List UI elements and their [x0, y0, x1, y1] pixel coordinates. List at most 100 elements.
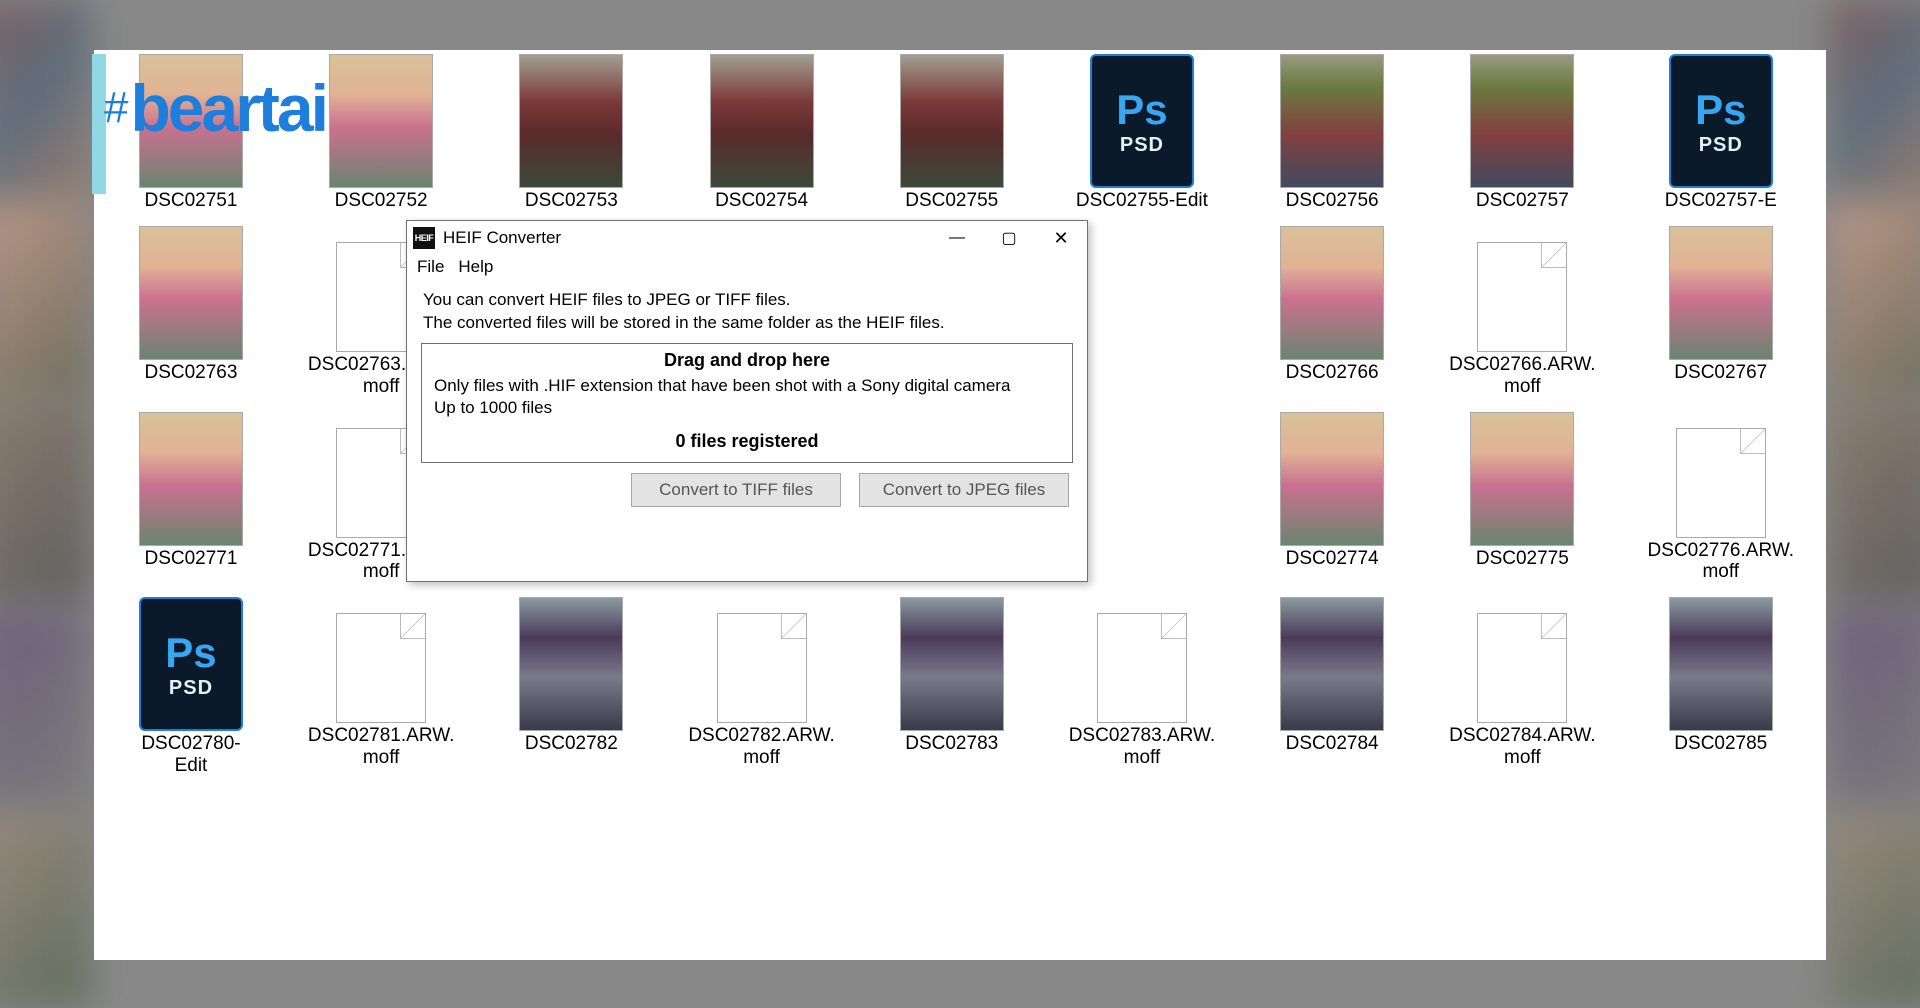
- photo-thumbnail-icon: [329, 54, 433, 188]
- blank-file-icon: [1477, 242, 1567, 352]
- file-name-label: DSC02775: [1476, 548, 1569, 570]
- photo-thumbnail-icon: [1280, 226, 1384, 360]
- file-name-label: DSC02752: [335, 190, 428, 212]
- psd-icon: PsPSD: [139, 597, 243, 731]
- file-thumbnail[interactable]: DSC02774: [1267, 412, 1397, 584]
- psd-icon: PsPSD: [1090, 54, 1194, 188]
- file-thumbnail[interactable]: DSC02771: [126, 412, 256, 584]
- file-name-label: DSC02783.ARW.moff: [1069, 725, 1215, 769]
- file-thumbnail[interactable]: DSC02776.ARW.moff: [1648, 412, 1794, 584]
- file-thumbnail[interactable]: DSC02782.ARW.moff: [688, 597, 834, 777]
- file-name-label: DSC02771: [144, 548, 237, 570]
- file-thumbnail[interactable]: PsPSDDSC02755-Edit: [1069, 54, 1215, 212]
- file-thumbnail[interactable]: DSC02781.ARW.moff: [308, 597, 454, 777]
- ps-glyph: Ps: [165, 629, 216, 677]
- photo-thumbnail-icon: [139, 226, 243, 360]
- photo-thumbnail-icon: [1280, 412, 1384, 546]
- file-thumbnail[interactable]: DSC02766: [1267, 226, 1397, 398]
- maximize-button[interactable]: ▢: [983, 223, 1035, 253]
- psd-label: PSD: [169, 677, 213, 700]
- blurred-backdrop-right: [1830, 0, 1920, 1008]
- dropzone-hint: Only files with .HIF extension that have…: [434, 375, 1060, 419]
- file-thumbnail[interactable]: DSC02784: [1267, 597, 1397, 777]
- file-name-label: DSC02753: [525, 190, 618, 212]
- dropzone-title: Drag and drop here: [434, 350, 1060, 371]
- drop-zone[interactable]: Drag and drop here Only files with .HIF …: [421, 343, 1073, 463]
- photo-thumbnail-icon: [1669, 226, 1773, 360]
- photo-thumbnail-icon: [1470, 54, 1574, 188]
- psd-icon: PsPSD: [1669, 54, 1773, 188]
- file-name-label: DSC02776.ARW.moff: [1648, 540, 1794, 584]
- file-name-label: DSC02783: [905, 733, 998, 755]
- file-thumbnail[interactable]: DSC02783.ARW.moff: [1069, 597, 1215, 777]
- blank-file-icon: [1676, 428, 1766, 538]
- photo-thumbnail-icon: [1280, 54, 1384, 188]
- beartai-watermark: # beartai: [104, 70, 326, 146]
- psd-label: PSD: [1699, 134, 1743, 157]
- file-thumbnail[interactable]: DSC02753: [506, 54, 636, 212]
- ps-glyph: Ps: [1695, 86, 1746, 134]
- file-name-label: DSC02766.ARW.moff: [1449, 354, 1595, 398]
- blank-file-icon: [1477, 613, 1567, 723]
- psd-label: PSD: [1120, 134, 1164, 157]
- file-name-label: DSC02767: [1674, 362, 1767, 384]
- photo-thumbnail-icon: [1280, 597, 1384, 731]
- file-thumbnail[interactable]: DSC02767: [1648, 226, 1794, 398]
- file-name-label: DSC02780-Edit: [126, 733, 256, 777]
- file-thumbnail[interactable]: DSC02757: [1449, 54, 1595, 212]
- watermark-hash: #: [104, 83, 128, 133]
- file-thumbnail[interactable]: PsPSDDSC02757-E: [1648, 54, 1794, 212]
- file-name-label: DSC02784: [1286, 733, 1379, 755]
- file-thumbnail[interactable]: DSC02785: [1648, 597, 1794, 777]
- photo-thumbnail-icon: [1669, 597, 1773, 731]
- convert-tiff-button[interactable]: Convert to TIFF files: [631, 473, 841, 507]
- watermark-text: beartai: [130, 70, 325, 146]
- photo-thumbnail-icon: [519, 54, 623, 188]
- file-name-label: DSC02755: [905, 190, 998, 212]
- file-name-label: DSC02774: [1286, 548, 1379, 570]
- photo-thumbnail-icon: [900, 597, 1004, 731]
- convert-jpeg-button[interactable]: Convert to JPEG files: [859, 473, 1069, 507]
- file-thumbnail[interactable]: DSC02756: [1267, 54, 1397, 212]
- menu-file[interactable]: File: [417, 257, 444, 277]
- file-thumbnail[interactable]: DSC02763: [126, 226, 256, 398]
- blank-file-icon: [717, 613, 807, 723]
- file-name-label: DSC02781.ARW.moff: [308, 725, 454, 769]
- minimize-button[interactable]: —: [931, 223, 983, 253]
- file-name-label: DSC02784.ARW.moff: [1449, 725, 1595, 769]
- heif-converter-window: HEIF HEIF Converter — ▢ ✕ File Help You …: [406, 220, 1088, 582]
- file-thumbnail[interactable]: DSC02755: [887, 54, 1017, 212]
- file-name-label: DSC02766: [1286, 362, 1379, 384]
- window-title: HEIF Converter: [443, 228, 561, 248]
- file-name-label: DSC02757: [1476, 190, 1569, 212]
- file-name-label: DSC02782: [525, 733, 618, 755]
- ps-glyph: Ps: [1116, 86, 1167, 134]
- file-thumbnail[interactable]: DSC02754: [688, 54, 834, 212]
- instructions-text: You can convert HEIF files to JPEG or TI…: [407, 283, 1087, 343]
- file-thumbnail[interactable]: DSC02752: [308, 54, 454, 212]
- file-thumbnail[interactable]: DSC02766.ARW.moff: [1449, 226, 1595, 398]
- photo-thumbnail-icon: [1470, 412, 1574, 546]
- app-icon: HEIF: [413, 227, 435, 249]
- button-row: Convert to TIFF files Convert to JPEG fi…: [407, 471, 1087, 507]
- dropzone-count: 0 files registered: [434, 431, 1060, 452]
- menu-bar: File Help: [407, 255, 1087, 283]
- file-thumbnail[interactable]: DSC02783: [887, 597, 1017, 777]
- blank-file-icon: [1097, 613, 1187, 723]
- title-bar[interactable]: HEIF HEIF Converter — ▢ ✕: [407, 221, 1087, 255]
- file-thumbnail[interactable]: PsPSDDSC02780-Edit: [126, 597, 256, 777]
- file-name-label: DSC02785: [1674, 733, 1767, 755]
- photo-thumbnail-icon: [139, 412, 243, 546]
- blank-file-icon: [336, 613, 426, 723]
- file-name-label: DSC02754: [715, 190, 808, 212]
- blurred-backdrop-left: [0, 0, 90, 1008]
- file-thumbnail[interactable]: DSC02782: [506, 597, 636, 777]
- photo-thumbnail-icon: [900, 54, 1004, 188]
- file-thumbnail[interactable]: DSC02775: [1449, 412, 1595, 584]
- file-name-label: DSC02757-E: [1665, 190, 1777, 212]
- menu-help[interactable]: Help: [458, 257, 493, 277]
- file-name-label: DSC02755-Edit: [1076, 190, 1208, 212]
- file-thumbnail[interactable]: DSC02784.ARW.moff: [1449, 597, 1595, 777]
- photo-thumbnail-icon: [519, 597, 623, 731]
- close-button[interactable]: ✕: [1035, 223, 1087, 253]
